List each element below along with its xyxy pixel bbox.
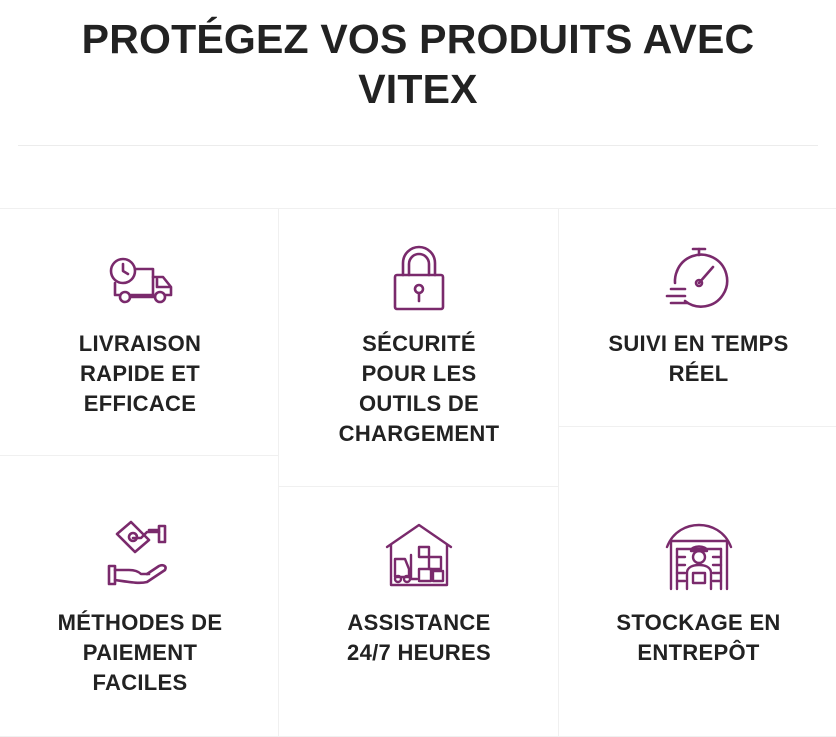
feature-card-payment-methods: MÉTHODES DE PAIEMENT FACILES [0, 455, 279, 737]
title-divider [18, 145, 818, 146]
feature-card-fast-delivery: LIVRAISON RAPIDE ET EFFICACE [0, 208, 279, 456]
delivery-truck-clock-icon [105, 245, 177, 317]
feature-label: SUIVI EN TEMPS RÉEL [608, 331, 789, 386]
feature-card-real-time-tracking: SUIVI EN TEMPS RÉEL [558, 208, 836, 427]
feature-label: ASSISTANCE 24/7 HEURES [347, 610, 491, 665]
page-title: PROTÉGEZ VOS PRODUITS AVEC VITEX [0, 14, 836, 114]
page-title-line-2: VITEX [358, 66, 478, 112]
feature-card-support-24-7: ASSISTANCE 24/7 HEURES [278, 486, 559, 737]
feature-label: STOCKAGE EN ENTREPÔT [616, 610, 781, 665]
padlock-icon [383, 243, 455, 315]
feature-card-loading-tools-security: SÉCURITÉ POUR LES OUTILS DE CHARGEMENT [278, 208, 559, 487]
feature-card-warehouse-storage: STOCKAGE EN ENTREPÔT [558, 426, 836, 737]
feature-label: LIVRAISON RAPIDE ET EFFICACE [78, 331, 202, 416]
hand-payment-icon [105, 518, 177, 590]
feature-label: MÉTHODES DE PAIEMENT FACILES [57, 610, 223, 695]
stopwatch-icon [663, 243, 735, 315]
page-title-line-1: PROTÉGEZ VOS PRODUITS AVEC [81, 16, 755, 62]
warehouse-worker-icon [663, 521, 735, 593]
warehouse-forklift-icon [383, 519, 455, 591]
feature-label: SÉCURITÉ POUR LES OUTILS DE CHARGEMENT [338, 331, 500, 446]
